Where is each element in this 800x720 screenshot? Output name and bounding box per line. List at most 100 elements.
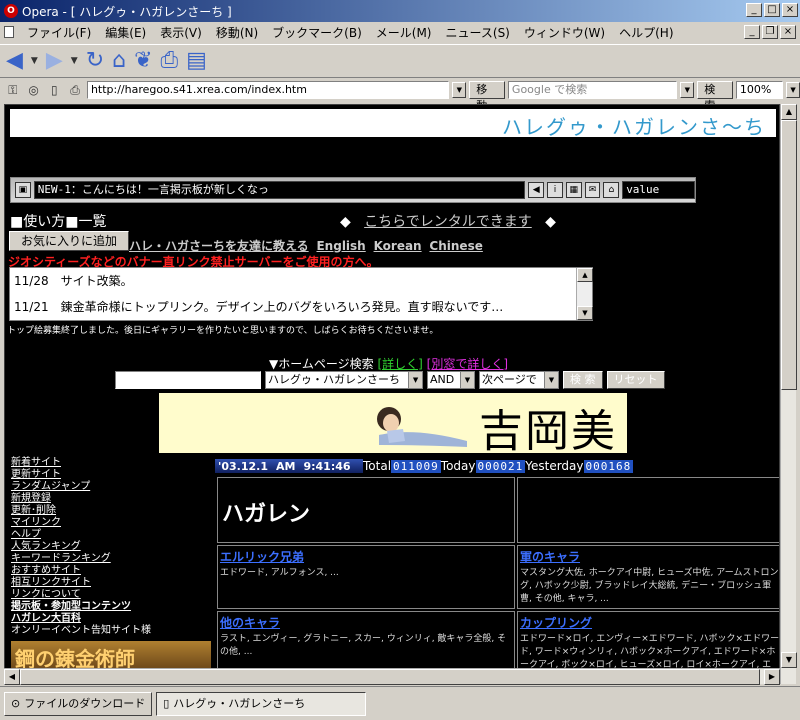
menu-help[interactable]: ヘルプ(H) [612, 24, 680, 41]
search-target-select[interactable]: 次ページで ▼ [479, 371, 559, 389]
ticker-list-icon[interactable]: ▦ [565, 182, 582, 198]
page-icon[interactable]: ▤ [186, 48, 207, 74]
rental-link-row: ◆ こちらでレンタルできます ◆ [340, 211, 556, 231]
ticker-mail-icon[interactable]: ✉ [584, 182, 601, 198]
google-search-input[interactable]: Google で検索 [507, 81, 678, 99]
scroll-down-icon[interactable]: ▼ [577, 306, 593, 320]
nav-about-links[interactable]: リンクについて [11, 589, 211, 601]
mdi-restore-button[interactable]: ❐ [762, 25, 778, 39]
search-button[interactable]: 検索 [697, 81, 733, 112]
ticker-info-icon[interactable]: i [547, 182, 563, 198]
search-mode-select[interactable]: AND ▼ [427, 371, 475, 389]
back-dropdown-icon[interactable]: ▼ [31, 48, 38, 74]
english-link[interactable]: English [316, 239, 365, 253]
menu-news[interactable]: ニュース(S) [438, 24, 516, 41]
reload-icon[interactable]: ↻ [86, 48, 104, 74]
zoom-dropdown-icon[interactable]: ▼ [786, 82, 800, 98]
mdi-minimize-button[interactable]: _ [744, 25, 760, 39]
maximize-button[interactable]: □ [764, 3, 780, 17]
forward-arrow-icon[interactable]: ▶ [46, 48, 63, 74]
ticker-home-icon[interactable]: ⌂ [603, 182, 620, 198]
guide-links[interactable]: ■使い方■一覧 [10, 211, 106, 231]
menu-mail[interactable]: メール(M) [369, 24, 439, 41]
scroll-up-icon[interactable]: ▲ [577, 268, 593, 282]
nav-register[interactable]: 新規登録 [11, 493, 211, 505]
search-new-window-link[interactable]: [別窓で詳しく] [427, 357, 508, 371]
tab-downloads[interactable]: ⊙ ファイルのダウンロード [4, 691, 153, 716]
hotlist-icon[interactable]: ❦ [134, 48, 152, 74]
window-title: Opera - [ ハレグゥ・ハガレンさーち ] [22, 4, 232, 19]
category-items[interactable]: マスタング大佐, ホークアイ中尉, ヒューズ中佐, アームストロング, ハボック… [518, 565, 779, 608]
category-link[interactable]: 軍のキャラ [518, 546, 779, 565]
scroll-down-icon[interactable]: ▼ [781, 652, 797, 668]
close-button[interactable]: × [782, 3, 798, 17]
page-horizontal-scrollbar[interactable]: ◀ ▶ [4, 668, 780, 685]
page-vertical-scrollbar[interactable]: ▲ ▼ [780, 104, 797, 684]
nav-recommended[interactable]: おすすめサイト [11, 565, 211, 577]
minimize-button[interactable]: _ [746, 3, 762, 17]
address-dropdown-icon[interactable]: ▼ [452, 82, 467, 98]
category-link[interactable]: カップリング [518, 612, 779, 631]
nav-my-link[interactable]: マイリンク [11, 517, 211, 529]
ad-banner[interactable]: 吉岡美 [159, 393, 627, 453]
nav-bbs[interactable]: 掲示板・参加型コンテンツ [11, 601, 211, 613]
menu-bar: ファイル(F) 編集(E) 表示(V) 移動(N) ブックマーク(B) メール(… [0, 22, 800, 42]
menu-window[interactable]: ウィンドウ(W) [517, 24, 612, 41]
rental-link[interactable]: こちらでレンタルできます [364, 214, 532, 230]
add-favorite-button[interactable]: お気に入りに追加 [9, 231, 129, 251]
home-icon[interactable]: ⌂ [112, 48, 126, 74]
menu-file[interactable]: ファイル(F) [20, 24, 98, 41]
nav-encyclopedia[interactable]: ハガレン大百科 [11, 613, 211, 625]
menu-navigate[interactable]: 移動(N) [209, 24, 265, 41]
nav-mutual-links[interactable]: 相互リンクサイト [11, 577, 211, 589]
download-icon: ⊙ [11, 696, 21, 710]
camera-icon[interactable]: ◎ [25, 83, 43, 97]
nav-update-delete[interactable]: 更新･削除 [11, 505, 211, 517]
nav-keyword-ranking[interactable]: キーワードランキング [11, 553, 211, 565]
site-search-input[interactable] [115, 371, 261, 389]
news-scrollbar[interactable]: ▲ ▼ [576, 268, 593, 320]
ticker-text: NEW-1：こんにちは！一言掲示板が新しくなっ [33, 181, 526, 199]
clock-am: AM [276, 459, 296, 473]
nav-new-sites[interactable]: 新着サイト [11, 457, 211, 469]
new-page-icon[interactable]: ▯ [45, 83, 63, 97]
news-box[interactable]: 11/28 サイト改築。 11/21 錬金革命様にトップリンク。デザイン上のバグ… [9, 267, 593, 321]
go-button[interactable]: 移動 [469, 81, 505, 112]
horizontal-scroll-thumb[interactable] [20, 669, 760, 685]
category-items[interactable]: エドワード, アルフォンス, ... [218, 565, 514, 582]
forward-dropdown-icon[interactable]: ▼ [71, 48, 78, 74]
category-link[interactable]: 他のキャラ [218, 612, 514, 631]
menu-bookmarks[interactable]: ブックマーク(B) [265, 24, 369, 41]
category-items[interactable]: ラスト, エンヴィー, グラトニー, スカー, ウィンリィ, 敵キャラ全般, そ… [218, 631, 514, 661]
site-search-button[interactable]: 検 索 [563, 371, 603, 389]
nav-help[interactable]: ヘルプ [11, 529, 211, 541]
category-link[interactable]: エルリック兄弟 [218, 546, 514, 565]
address-input[interactable]: http://haregoo.s41.xrea.com/index.htm [86, 81, 450, 99]
nav-updated-sites[interactable]: 更新サイト [11, 469, 211, 481]
scroll-up-icon[interactable]: ▲ [781, 104, 797, 120]
print-preview-icon[interactable]: ⎙ [66, 83, 84, 98]
search-detail-link[interactable]: [詳しく] [377, 357, 422, 371]
lock-icon[interactable]: ⚿ [4, 83, 22, 98]
chinese-link[interactable]: Chinese [429, 239, 482, 253]
site-title: ハレグゥ・ハガレンさ〜ち [502, 115, 766, 139]
search-dropdown-icon[interactable]: ▼ [680, 82, 695, 98]
nav-random-jump[interactable]: ランダムジャンプ [11, 481, 211, 493]
nav-popular-ranking[interactable]: 人気ランキング [11, 541, 211, 553]
zoom-field[interactable]: 100% [735, 81, 784, 99]
back-arrow-icon[interactable]: ◀ [6, 48, 23, 74]
mdi-close-button[interactable]: × [780, 25, 796, 39]
search-scope-select[interactable]: ハレグゥ・ハガレンさーちで▼ [265, 371, 423, 402]
menu-edit[interactable]: 編集(E) [98, 24, 153, 41]
print-icon[interactable]: ⎙ [161, 48, 179, 74]
share-link[interactable]: ハレ・ハガさーちを友達に教える [129, 239, 309, 253]
tab-current-page[interactable]: ▯ ハレグゥ・ハガレンさーち [156, 691, 367, 716]
vertical-scroll-thumb[interactable] [781, 120, 797, 390]
ticker-prev-icon[interactable]: ◀ [528, 182, 545, 198]
korean-link[interactable]: Korean [374, 239, 422, 253]
nav-event-sites[interactable]: オンリーイベント告知サイト様 [11, 625, 211, 637]
reset-button[interactable]: リセット [606, 371, 665, 389]
scroll-left-icon[interactable]: ◀ [4, 669, 20, 685]
menu-view[interactable]: 表示(V) [153, 24, 209, 41]
scroll-right-icon[interactable]: ▶ [764, 669, 780, 685]
